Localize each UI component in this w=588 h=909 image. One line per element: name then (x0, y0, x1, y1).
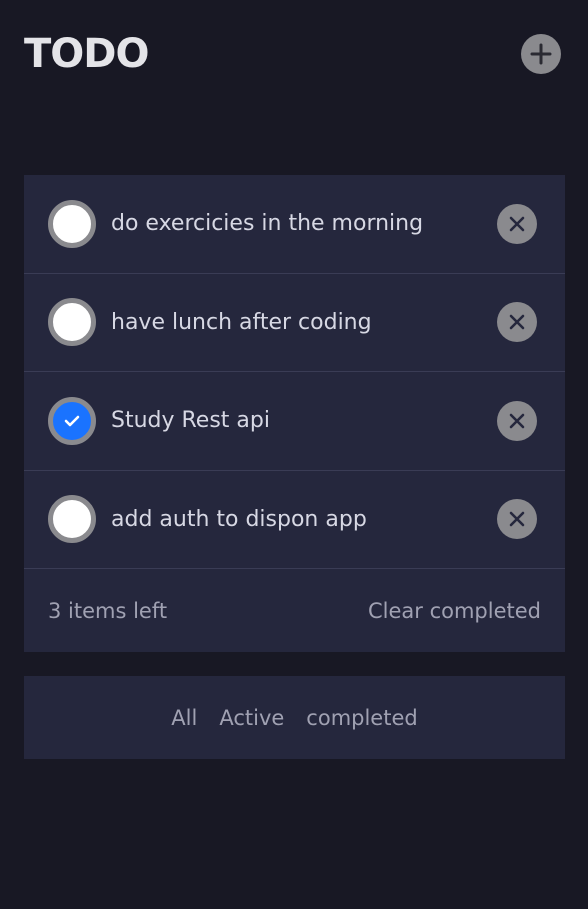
plus-icon (530, 43, 552, 65)
todo-item: Study Rest api (24, 372, 565, 471)
todo-text: Study Rest api (111, 408, 270, 434)
close-icon (509, 314, 525, 330)
delete-todo-button[interactable] (497, 302, 537, 343)
delete-todo-button[interactable] (497, 499, 537, 540)
todo-item: have lunch after coding (24, 274, 565, 372)
todo-checkbox[interactable] (48, 298, 96, 347)
todo-text: do exercicies in the morning (111, 211, 424, 237)
todo-text: have lunch after coding (111, 309, 372, 335)
todo-checkbox[interactable] (48, 495, 96, 544)
todo-app: TODO do exercicies in the morning have l… (0, 0, 588, 909)
todo-item: do exercicies in the morning (24, 175, 565, 274)
close-icon (509, 511, 525, 527)
todo-text: add auth to dispon app (111, 506, 367, 532)
todo-item: add auth to dispon app (24, 471, 565, 569)
header: TODO (24, 30, 561, 78)
filter-bar: All Active completed (24, 676, 565, 759)
close-icon (509, 216, 525, 232)
filter-all[interactable]: All (171, 706, 197, 730)
app-title: TODO (24, 31, 149, 77)
delete-todo-button[interactable] (497, 400, 537, 441)
filter-completed[interactable]: completed (306, 706, 417, 730)
todo-checkbox[interactable] (48, 199, 96, 248)
list-footer: 3 items left Clear completed (24, 569, 565, 652)
todo-checkbox-checked[interactable] (48, 396, 96, 445)
check-icon (64, 415, 80, 427)
items-left-count: 3 items left (48, 598, 168, 623)
delete-todo-button[interactable] (497, 203, 537, 244)
todo-list: do exercicies in the morning have lunch … (24, 175, 565, 652)
filter-active[interactable]: Active (219, 706, 284, 730)
add-todo-button[interactable] (521, 34, 561, 74)
close-icon (509, 413, 525, 429)
clear-completed-button[interactable]: Clear completed (368, 599, 541, 623)
